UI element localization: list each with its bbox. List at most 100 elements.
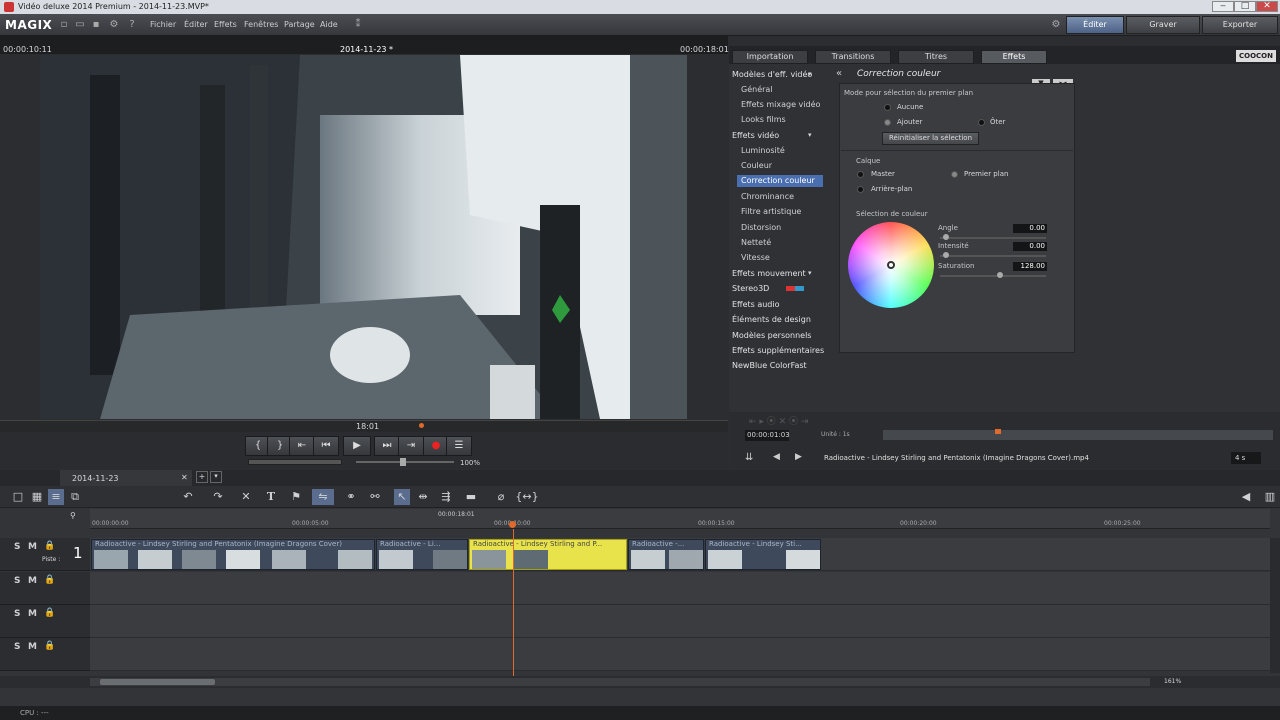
radio-arriere-plan[interactable]	[857, 186, 864, 193]
marker-icon[interactable]: ⚑	[288, 489, 304, 505]
tree-item-filtre[interactable]: Filtre artistique	[741, 207, 801, 216]
video-preview[interactable]	[40, 55, 687, 419]
timeline-ruler[interactable]: 00:00:18:01 00:00:00:00 00:00:05:00 00:0…	[90, 509, 1270, 529]
mode-icon[interactable]: ▬	[460, 489, 482, 505]
color-wheel-handle[interactable]	[887, 261, 895, 269]
saturation-slider[interactable]	[940, 275, 1046, 277]
redo-icon[interactable]: ↷	[210, 489, 226, 505]
intensity-slider[interactable]	[940, 255, 1046, 257]
more-button[interactable]: ☰	[446, 436, 472, 456]
scene-view-icon[interactable]: ▦	[29, 489, 45, 505]
pin-icon[interactable]: ⁑	[352, 19, 364, 31]
shuttle-slider[interactable]	[248, 459, 342, 465]
panel-scroll[interactable]	[883, 430, 1273, 440]
lock-icon[interactable]: 🔒	[44, 541, 55, 551]
prev-arrow-icon[interactable]: ◀	[773, 452, 780, 462]
scrollbar-thumb[interactable]	[100, 679, 215, 685]
split-icon[interactable]: ⇶	[438, 489, 454, 505]
angle-slider-knob[interactable]	[943, 234, 949, 240]
undo-icon[interactable]: ↶	[180, 489, 196, 505]
reset-selection-button[interactable]: Réinitialiser la sélection	[882, 132, 979, 145]
tree-item-nettete[interactable]: Netteté	[741, 238, 771, 247]
solo-button[interactable]: S	[14, 576, 20, 586]
tree-item-vitesse[interactable]: Vitesse	[741, 253, 770, 262]
pointer-icon[interactable]: ↖	[394, 489, 410, 505]
range-icon[interactable]: ⇹	[415, 489, 431, 505]
track-row-2[interactable]	[90, 572, 1270, 605]
saturation-value[interactable]: 128.00	[1013, 262, 1047, 271]
timeline-clip[interactable]: Radioactive -...	[628, 539, 704, 570]
tree-item-correction-couleur[interactable]: Correction couleur	[737, 175, 823, 187]
title-icon[interactable]: T	[263, 489, 279, 505]
radio-ajouter[interactable]	[884, 119, 891, 126]
link-icon[interactable]: ⚭	[343, 489, 359, 505]
mute-button[interactable]: M	[28, 609, 37, 619]
angle-value[interactable]: 0.00	[1013, 224, 1047, 233]
chevron-down-icon[interactable]: ▾	[808, 269, 812, 277]
tree-effets-mouvement[interactable]: Effets mouvement	[732, 269, 806, 278]
radio-master[interactable]	[857, 171, 864, 178]
tree-effets-video[interactable]: Effets vidéo	[732, 131, 779, 140]
tree-item-distorsion[interactable]: Distorsion	[741, 223, 781, 232]
help-icon[interactable]: ?	[126, 19, 138, 31]
timeline-zoom[interactable]: 161%	[1164, 678, 1181, 685]
lock-icon[interactable]: 🔒	[44, 608, 55, 618]
next-frame-button[interactable]: ⏭	[374, 436, 400, 456]
tree-effets-audio[interactable]: Effets audio	[732, 300, 780, 309]
tab-dropdown-icon[interactable]: ▾	[210, 471, 222, 483]
tree-item-mixage[interactable]: Effets mixage vidéo	[741, 100, 820, 109]
lock-icon[interactable]: 🔒	[44, 575, 55, 585]
radio-aucune[interactable]	[884, 104, 891, 111]
panel-playhead[interactable]	[995, 429, 1001, 434]
speaker-icon[interactable]: ◀	[1238, 489, 1254, 505]
tab-titres[interactable]: Titres	[898, 50, 974, 64]
multicam-icon[interactable]: ⧉	[67, 489, 83, 505]
tree-elements-design[interactable]: Éléments de design	[732, 315, 811, 324]
timeline-clip[interactable]: Radioactive - Lindsey Sti...	[705, 539, 821, 570]
zoom-slider-knob[interactable]	[400, 458, 406, 466]
tree-stereo3d[interactable]: Stereo3D	[732, 284, 769, 293]
open-folder-icon[interactable]: ▭	[74, 19, 86, 31]
delete-icon[interactable]: ✕	[238, 489, 254, 505]
tab-transitions[interactable]: Transitions	[815, 50, 891, 64]
tree-newblue[interactable]: NewBlue ColorFast	[732, 361, 807, 370]
minimize-button[interactable]: ‒	[1212, 1, 1234, 12]
tree-item-chrominance[interactable]: Chrominance	[741, 192, 794, 201]
menu-effets[interactable]: Effets	[214, 20, 237, 29]
tab-effets[interactable]: Effets	[981, 50, 1047, 64]
prev-frame-button[interactable]: ⏮	[313, 436, 339, 456]
gear-icon[interactable]: ⚙	[1050, 19, 1062, 31]
ripple-icon[interactable]: ⇋	[312, 489, 334, 505]
ruler-options-icon[interactable]: ⚲	[70, 511, 76, 520]
razor-icon[interactable]: ⌀	[493, 489, 509, 505]
mute-button[interactable]: M	[28, 576, 37, 586]
mute-button[interactable]: M	[28, 542, 37, 552]
go-end-button[interactable]: ⇥	[398, 436, 424, 456]
chevron-down-icon[interactable]: ▾	[808, 131, 812, 139]
tree-item-looks[interactable]: Looks films	[741, 115, 786, 124]
menu-partage[interactable]: Partage	[284, 20, 315, 29]
radio-oter[interactable]	[978, 119, 985, 126]
mute-button[interactable]: M	[28, 642, 37, 652]
new-file-icon[interactable]: ▫	[58, 19, 70, 31]
menu-fichier[interactable]: Fichier	[150, 20, 176, 29]
fit-icon[interactable]: {↔}	[515, 489, 539, 505]
timeline-clip[interactable]: Radioactive - Li...	[376, 539, 468, 570]
color-wheel[interactable]	[848, 222, 934, 308]
lock-icon[interactable]: 🔒	[44, 641, 55, 651]
intensity-slider-knob[interactable]	[943, 252, 949, 258]
project-tab[interactable]: 2014-11-23	[60, 470, 192, 486]
settings-icon[interactable]: ⚙	[108, 19, 120, 31]
menu-editer[interactable]: Éditer	[184, 20, 208, 29]
tree-item-luminosite[interactable]: Luminosité	[741, 146, 785, 155]
mixer-icon[interactable]: ▥	[1262, 489, 1278, 505]
solo-button[interactable]: S	[14, 542, 20, 552]
solo-button[interactable]: S	[14, 609, 20, 619]
zoom-value[interactable]: 100%	[460, 459, 480, 467]
panel-duration[interactable]: 4 s	[1231, 452, 1261, 464]
next-arrow-icon[interactable]: ▶	[795, 452, 802, 462]
close-button[interactable]: ✕	[1256, 1, 1278, 12]
go-start-button[interactable]: ⇤	[289, 436, 315, 456]
tree-item-general[interactable]: Général	[741, 85, 773, 94]
tree-modeles-perso[interactable]: Modèles personnels	[732, 331, 811, 340]
